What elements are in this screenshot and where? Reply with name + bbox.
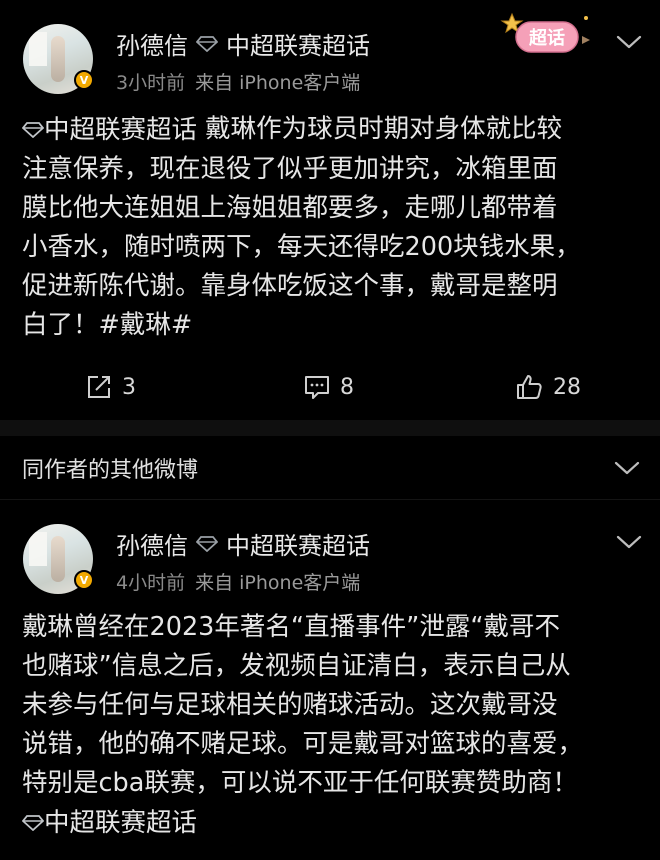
weibo-post-2: V 孙德信 中超联赛超话 4小时前 来自 iPhone客户端 戴琳曾经在2023… [0,500,660,860]
content-line: 中超联赛超话 [22,803,642,843]
post-content: 戴琳曾经在2023年著名“直播事件”泄露“戴哥不 也赌球”信息之后，发视频自证清… [22,608,642,843]
diamond-icon [22,815,44,831]
content-line: 说错，他的确不赌足球。可是戴哥对篮球的喜爱， [22,729,584,759]
other-posts-header[interactable]: 同作者的其他微博 [0,436,660,500]
username[interactable]: 孙德信 [116,526,188,561]
supertopic-sticker: 超话 [500,12,590,53]
topic-tag-inline[interactable]: 中超联赛超话 [22,111,197,150]
content-line: 中超联赛超话 戴琳作为球员时期对身体就比较 [22,110,642,150]
chevron-down-icon[interactable] [616,34,642,50]
post-time: 3小时前 [116,72,186,94]
diamond-icon [196,35,218,52]
topic-tag-inline[interactable]: 中超联赛超话 [22,804,197,843]
content-line: 注意保养，现在退役了似乎更加讲究，冰箱里面 [22,153,558,184]
diamond-icon [196,535,218,552]
post-content: 中超联赛超话 戴琳作为球员时期对身体就比较 注意保养，现在退役了似乎更加讲究，冰… [22,110,642,345]
content-line: 白了！#戴琳# [22,309,193,340]
comment-button[interactable]: 8 [304,374,354,400]
content-line: 也赌球”信息之后，发视频自证清白，表示自己从 [22,651,571,681]
topic-link[interactable]: 中超联赛超话 [226,26,370,61]
weibo-post-1: V 孙德信 中超联赛超话 3小时前 来自 iPhone客户端 超话 中超联赛超话… [0,0,660,420]
content-line: 膜比他大连姐姐上海姐姐都要多，走哪儿都带着 [22,192,558,223]
post-source: 来自 iPhone客户端 [195,572,361,594]
content-line: 特别是cba联赛，可以说不亚于任何联赛赞助商！ [22,768,578,798]
repost-icon [88,376,110,398]
section-divider [0,420,660,436]
sticker-label: 超话 [529,27,565,49]
repost-count: 3 [122,374,136,400]
action-bar: 3 8 28 [0,368,660,408]
comment-count: 8 [340,374,354,400]
content-line: 小香水，随时喷两下，每天还得吃200块钱水果， [22,231,581,262]
chevron-down-icon[interactable] [614,460,640,476]
post-source: 来自 iPhone客户端 [195,72,361,94]
comment-icon [305,376,329,399]
username[interactable]: 孙德信 [116,26,188,61]
verified-badge-icon: V [74,70,94,90]
other-posts-title: 同作者的其他微博 [22,457,199,483]
repost-button[interactable]: 3 [86,374,136,400]
topic-link[interactable]: 中超联赛超话 [226,526,370,561]
post-time: 4小时前 [116,572,186,594]
content-line: 促进新陈代谢。靠身体吃饭这个事，戴哥是整明 [22,270,558,301]
content-line: 戴琳曾经在2023年著名“直播事件”泄露“戴哥不 [22,612,561,642]
verified-badge-icon: V [74,570,94,590]
chevron-down-icon[interactable] [616,534,642,550]
like-count: 28 [553,374,581,400]
diamond-icon [22,122,44,138]
content-line: 未参与任何与足球相关的赌球活动。这次戴哥没 [22,690,558,720]
thumbs-up-icon [517,375,542,399]
like-button[interactable]: 28 [515,373,581,401]
